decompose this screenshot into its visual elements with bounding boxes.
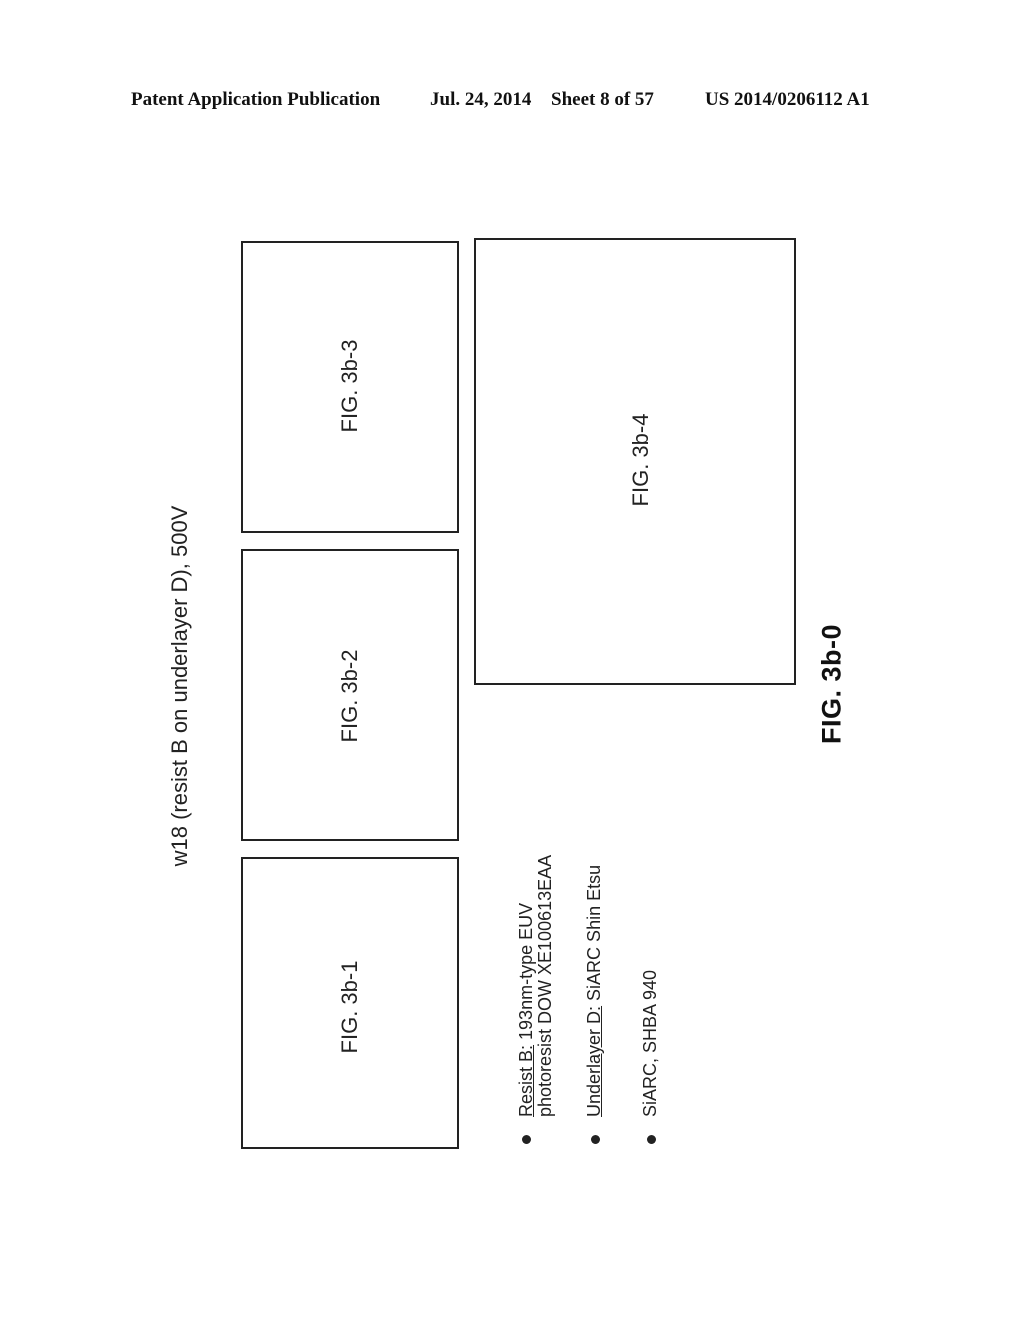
sheet-number: Sheet 8 of 57 xyxy=(551,89,654,110)
patent-number: US 2014/0206112 A1 xyxy=(705,89,870,110)
note-term: Underlayer D: xyxy=(584,1005,604,1117)
note-text: SiARC, SHBA 940 xyxy=(640,969,660,1117)
panel-fig-3b-3: FIG. 3b-3 xyxy=(241,241,459,533)
note-text-line2: photoresist DOW XE100613EAA xyxy=(535,854,555,1117)
bullet-icon xyxy=(591,1135,600,1144)
bullet-icon xyxy=(647,1135,656,1144)
panel-label: FIG. 3b-3 xyxy=(337,339,362,433)
note-term: Resist B: xyxy=(516,1044,536,1117)
note-siarc: SiARC, SHBA 940 xyxy=(640,969,660,1117)
publication-label: Patent Application Publication xyxy=(131,89,381,110)
figure-caption: FIG. 3b-0 xyxy=(816,623,847,745)
panel-fig-3b-2: FIG. 3b-2 xyxy=(241,549,459,841)
panel-label: FIG. 3b-1 xyxy=(337,960,362,1054)
figure-title: w18 (resist B on underlayer D), 500V xyxy=(167,505,192,867)
panel-label: FIG. 3b-2 xyxy=(337,649,362,743)
note-text: SiARC Shin Etsu xyxy=(584,864,604,1006)
panel-fig-3b-1: FIG. 3b-1 xyxy=(241,857,459,1149)
bullet-icon xyxy=(522,1135,531,1144)
note-text: 193nm-type EUV xyxy=(516,902,536,1045)
publication-date: Jul. 24, 2014 xyxy=(430,89,532,110)
panel-label: FIG. 3b-4 xyxy=(628,413,653,507)
panel-fig-3b-4: FIG. 3b-4 xyxy=(474,238,796,685)
note-underlayer-d: Underlayer D: SiARC Shin Etsu xyxy=(584,864,604,1117)
note-resist-b: Resist B: 193nm-type EUV photoresist DOW… xyxy=(516,854,555,1117)
page-header: Patent Application Publication Jul. 24, … xyxy=(0,89,1024,113)
